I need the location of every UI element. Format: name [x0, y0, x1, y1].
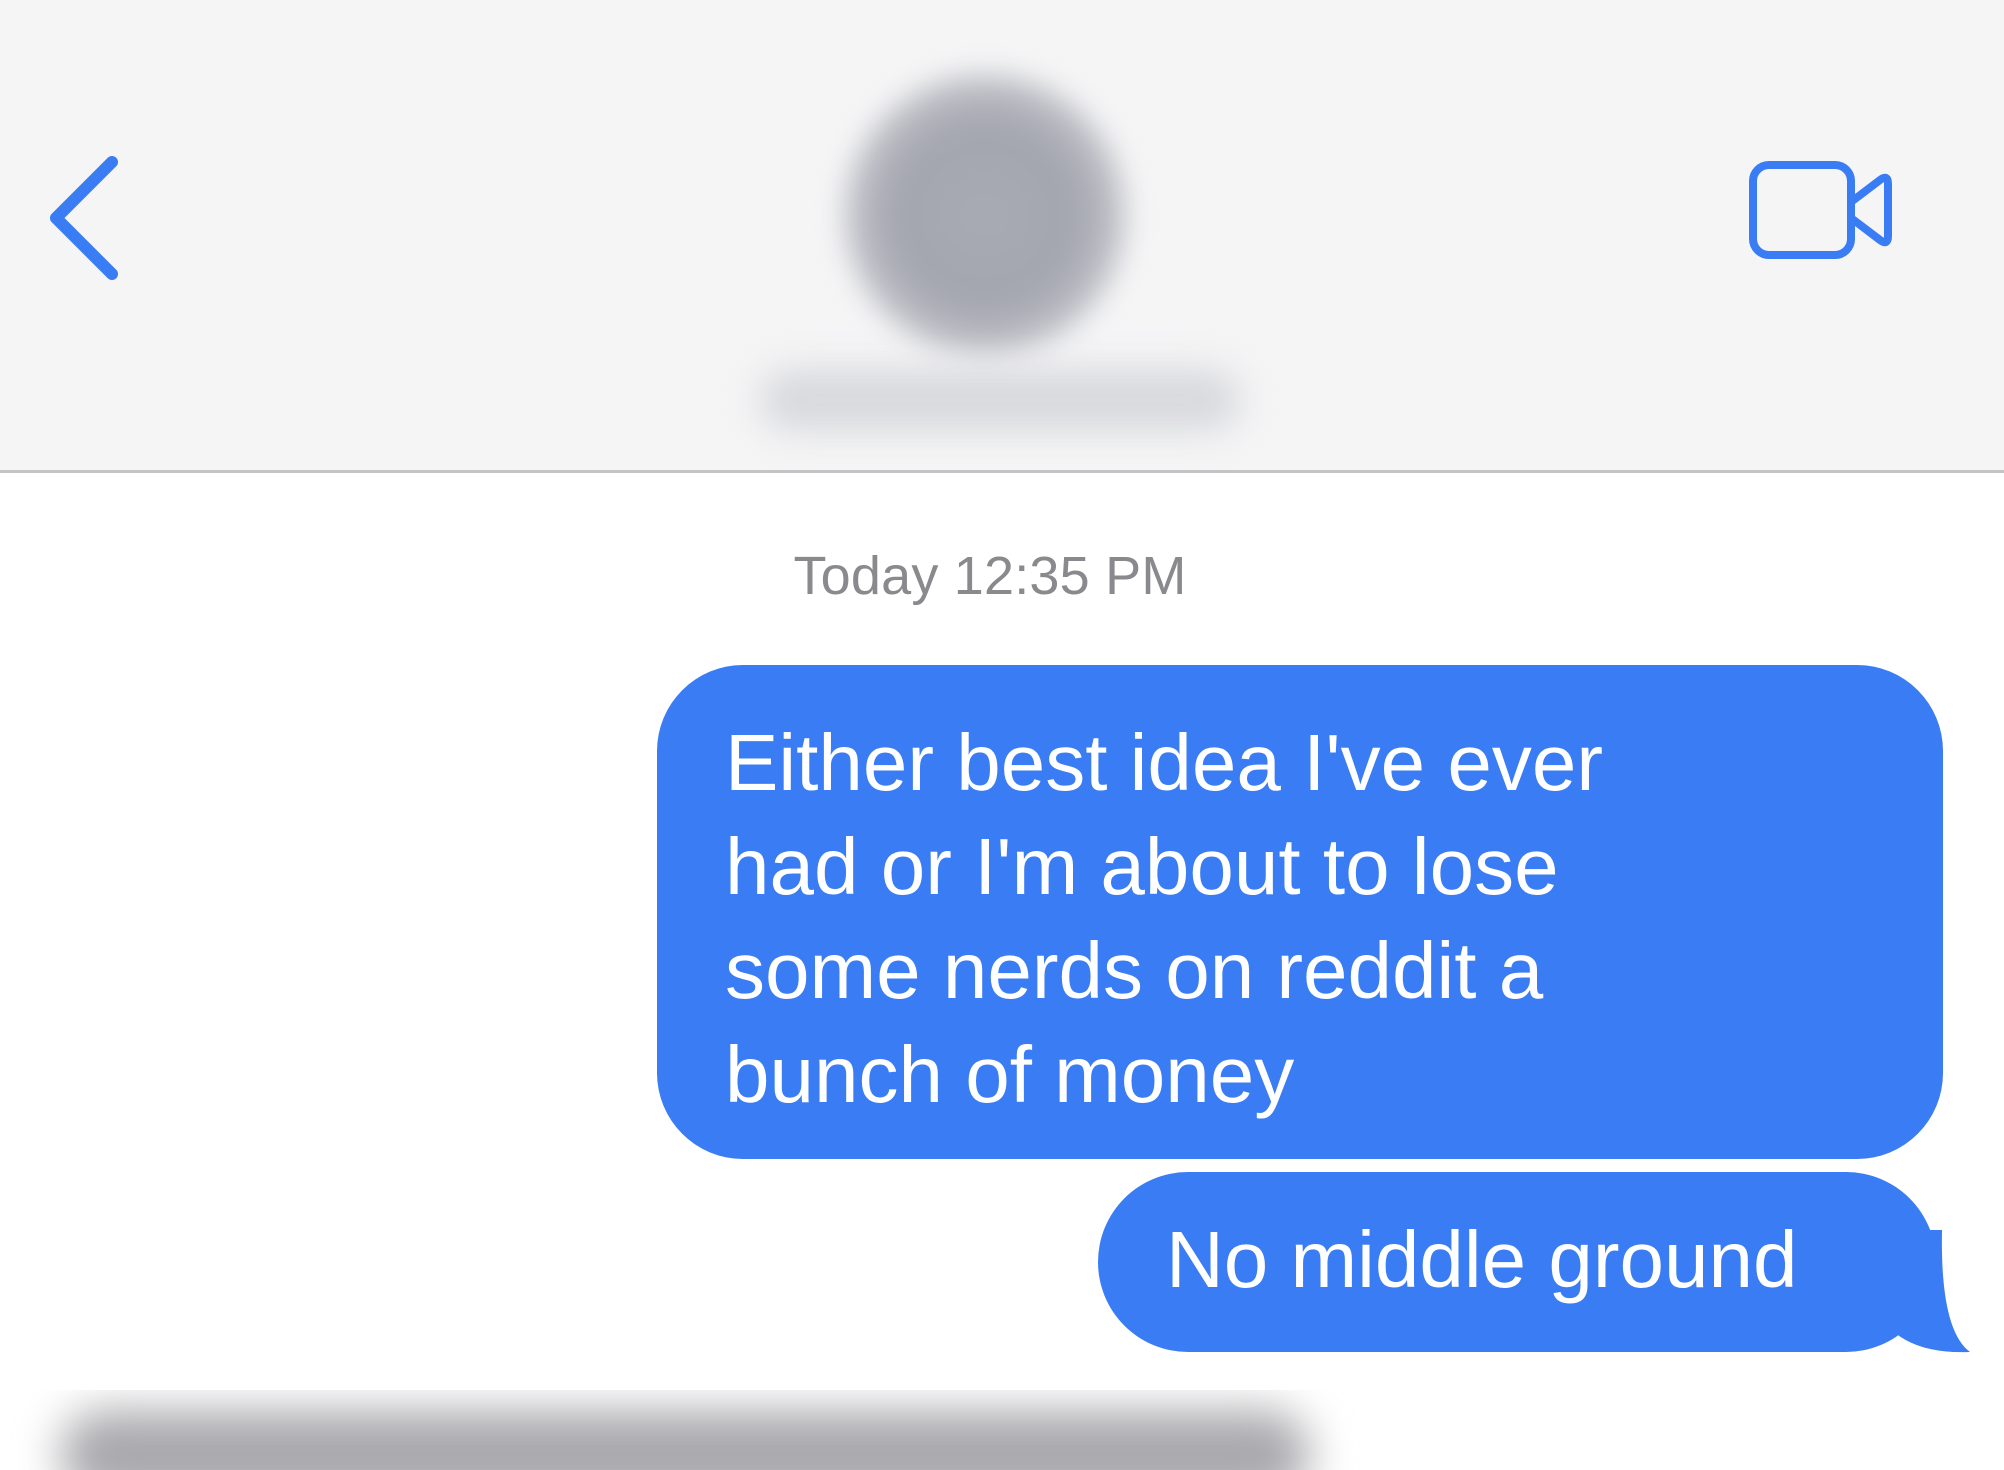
video-camera-icon — [1749, 161, 1892, 259]
message-composer[interactable] — [0, 1390, 2004, 1470]
message-tail — [1880, 1230, 1970, 1353]
message-input-field[interactable] — [60, 1410, 1310, 1470]
message-timestamp: Today 12:35 PM — [793, 546, 1187, 606]
sent-message-bubble[interactable]: No middle ground — [1098, 1172, 1936, 1352]
conversation-header — [0, 0, 2004, 473]
messages-screen: Today 12:35 PM Either best idea I've eve… — [0, 0, 2004, 1470]
facetime-video-button[interactable] — [1740, 150, 1900, 270]
chevron-left-icon — [50, 156, 118, 280]
contact-avatar[interactable] — [845, 75, 1125, 355]
back-button[interactable] — [36, 140, 146, 280]
contact-name[interactable] — [760, 370, 1240, 430]
sent-message-bubble[interactable]: Either best idea I've ever had or I'm ab… — [657, 665, 1943, 1159]
